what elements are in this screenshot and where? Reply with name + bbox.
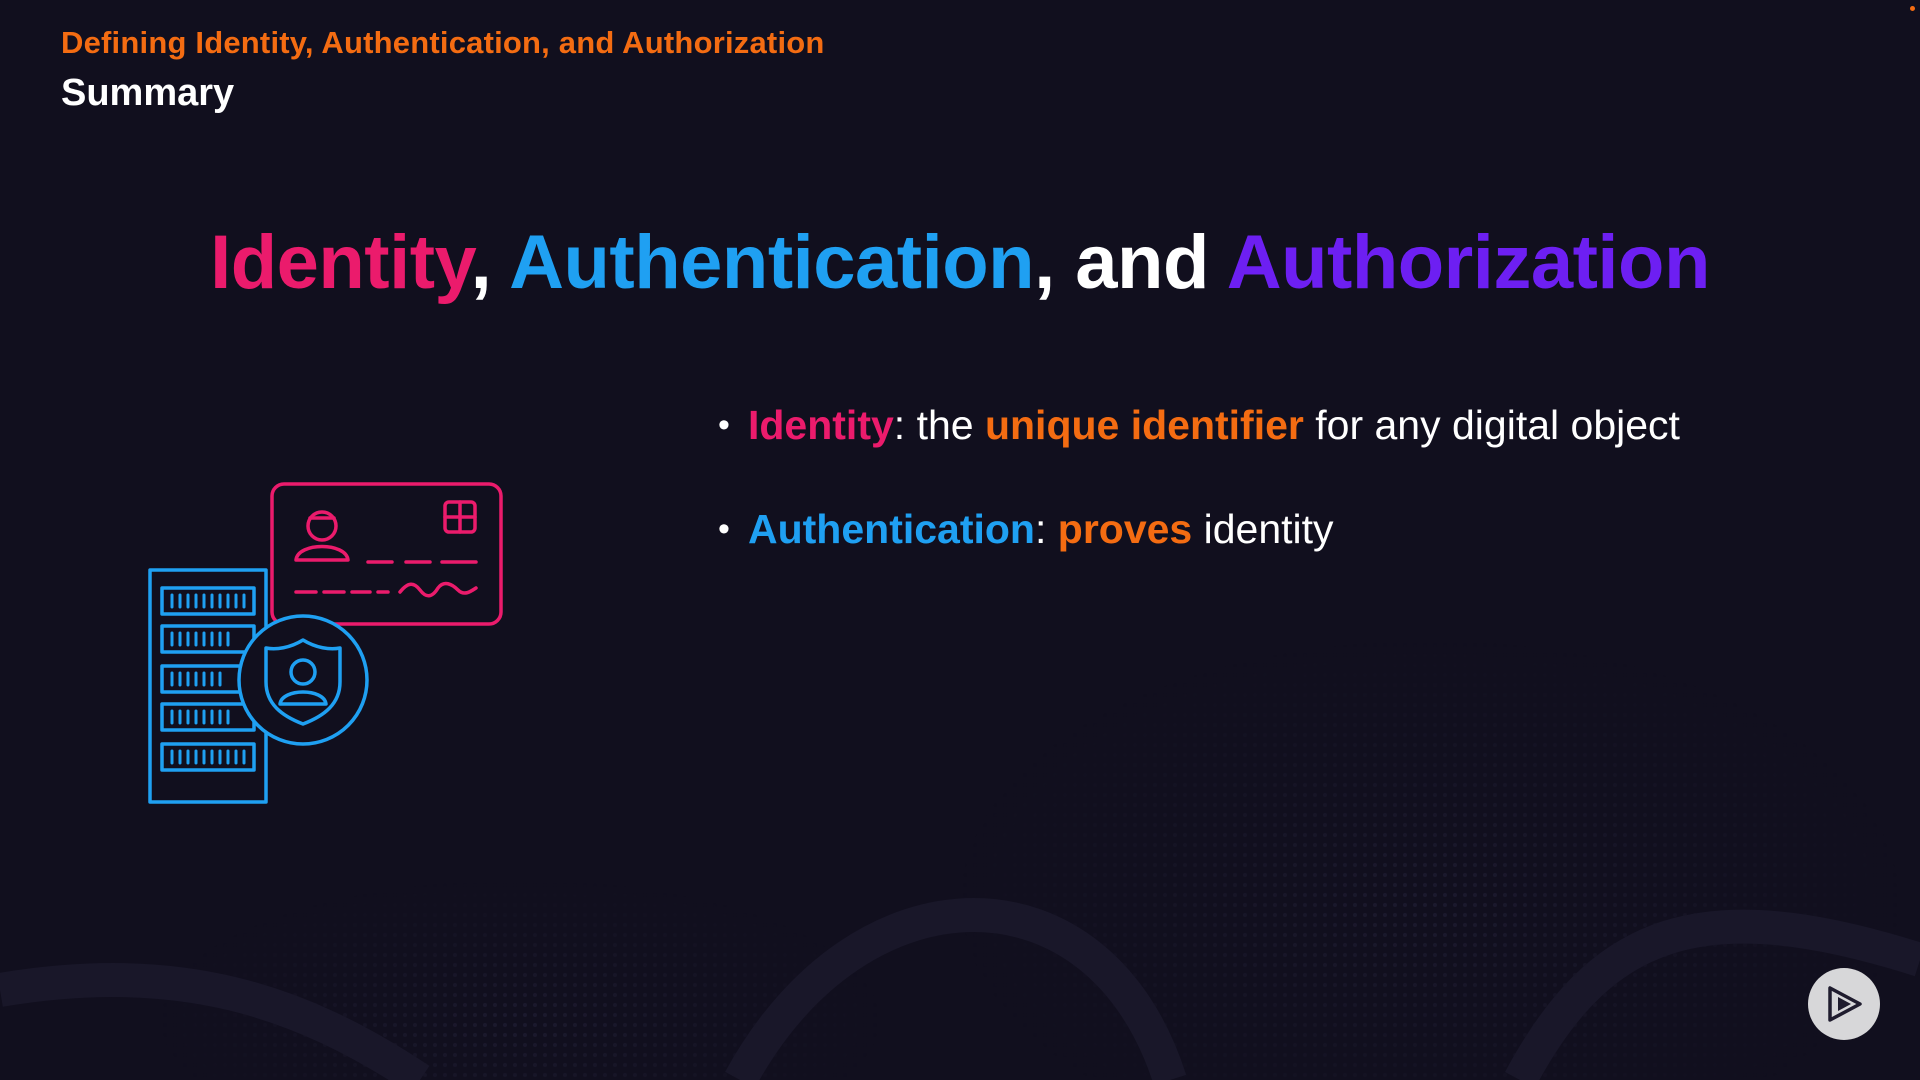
bullet-item-identity: • Identity: the unique identifier for an… <box>712 395 1680 455</box>
bullet-highlight: unique identifier <box>984 402 1304 448</box>
bullet-term-authentication: Authentication <box>748 506 1035 552</box>
corner-indicator-dot <box>1910 6 1915 11</box>
play-logo-icon <box>1808 968 1880 1040</box>
bullet-connector: : the <box>893 402 985 448</box>
heading-authorization: Authorization <box>1226 220 1711 305</box>
course-title: Defining Identity, Authentication, and A… <box>61 25 825 60</box>
bullet-rest: identity <box>1192 506 1334 552</box>
heading-separator-1: , <box>470 220 510 305</box>
bullet-connector: : <box>1034 506 1058 552</box>
bullet-dot: • <box>718 406 730 444</box>
heading-authentication: Authentication <box>509 220 1035 305</box>
bullet-list: • Identity: the unique identifier for an… <box>712 395 1680 603</box>
slide-heading: Identity, Authentication, and Authorizat… <box>0 218 1920 308</box>
id-card-server-shield-icon <box>148 482 503 804</box>
bullet-highlight: proves <box>1057 506 1193 552</box>
bullet-term-identity: Identity <box>748 402 894 448</box>
slide-header: Defining Identity, Authentication, and A… <box>61 22 825 118</box>
section-title: Summary <box>61 72 235 114</box>
play-triangle-icon <box>1828 986 1862 1022</box>
bullet-rest: for any digital object <box>1303 402 1680 448</box>
heading-separator-2: , and <box>1034 220 1227 305</box>
bullet-item-authentication: • Authentication: proves identity <box>712 499 1680 559</box>
bullet-dot: • <box>718 510 730 548</box>
heading-identity: Identity <box>210 220 471 305</box>
